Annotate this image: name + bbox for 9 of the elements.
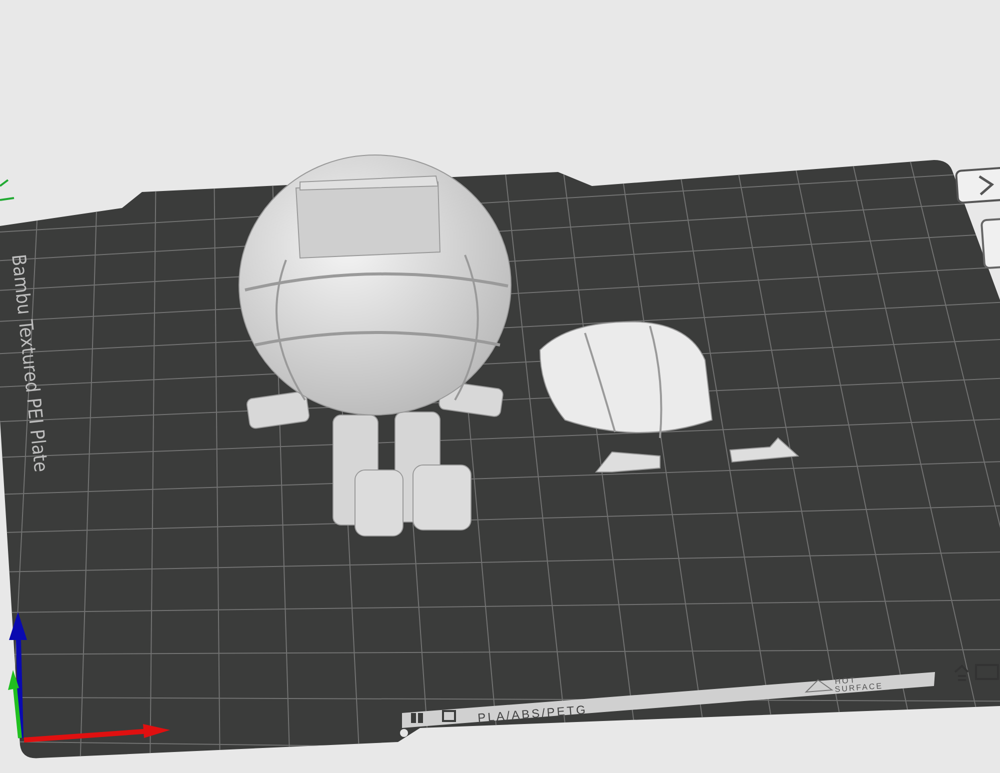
collapse-button[interactable]: [954, 166, 1000, 204]
plate-corner-icon: [954, 664, 999, 681]
plate-logo-icon: [411, 710, 456, 723]
plate-hole-icon: [400, 729, 408, 737]
material-label: PLA/ABS/PETG: [477, 702, 588, 725]
plate-name: Bambu Textured PEI Plate: [7, 253, 52, 474]
warning-text: HOT: [834, 675, 856, 686]
warning-triangle-icon: [804, 679, 834, 693]
chevron-right-icon: [977, 173, 995, 197]
